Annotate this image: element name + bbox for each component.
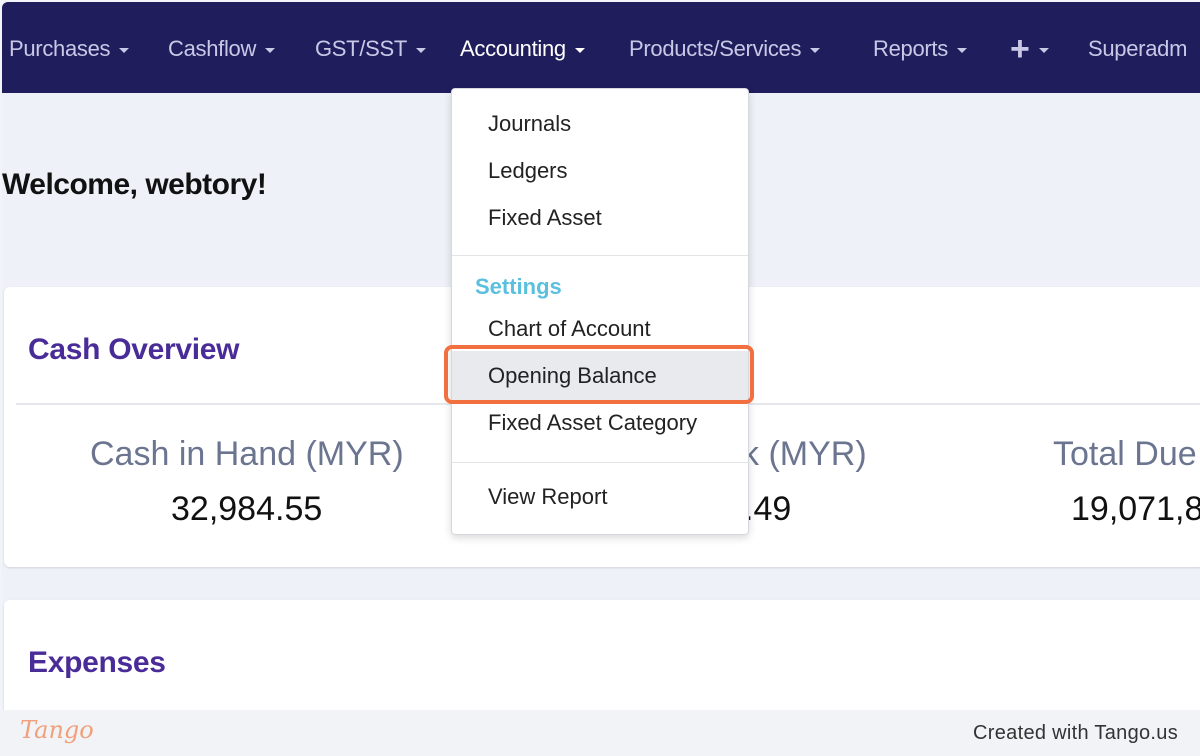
card-title: Expenses: [28, 646, 166, 679]
accounting-dropdown-menu: Journals Ledgers Fixed Asset Settings Ch…: [451, 88, 749, 535]
chevron-down-icon: [119, 47, 130, 53]
tango-footer: Tango Created with Tango.us: [0, 710, 1200, 756]
stat-value: .49: [744, 490, 792, 528]
stat-label: Cash in Hand (MYR): [90, 435, 404, 473]
nav-cashflow[interactable]: Cashflow: [168, 32, 276, 66]
nav-superadmin[interactable]: Superadm: [1088, 32, 1187, 66]
menu-item-view-report[interactable]: View Report: [488, 484, 607, 510]
nav-products-services[interactable]: Products/Services: [629, 32, 821, 66]
nav-label: Purchases: [9, 36, 111, 61]
chevron-down-icon: [265, 47, 276, 53]
menu-divider: [452, 255, 748, 256]
chevron-down-icon: [810, 47, 821, 53]
nav-label: GST/SST: [315, 36, 408, 61]
menu-divider: [452, 462, 748, 463]
nav-accounting[interactable]: Accounting: [460, 32, 585, 66]
menu-section-settings: Settings: [475, 274, 562, 299]
stat-label: Total Due: [1053, 435, 1197, 473]
menu-item-chart-of-account[interactable]: Chart of Account: [488, 316, 651, 342]
menu-item-fixed-asset[interactable]: Fixed Asset: [488, 205, 602, 231]
chevron-down-icon: [416, 47, 427, 53]
chevron-down-icon: [574, 47, 585, 53]
chevron-down-icon: [956, 47, 967, 53]
menu-item-fixed-asset-category[interactable]: Fixed Asset Category: [488, 410, 697, 436]
expenses-card: Expenses: [4, 600, 1200, 715]
welcome-heading: Welcome, webtory!: [2, 168, 267, 201]
nav-gst-sst[interactable]: GST/SST: [315, 32, 427, 66]
nav-label: Superadm: [1088, 36, 1188, 61]
nav-reports[interactable]: Reports: [873, 32, 967, 66]
plus-icon: +: [1010, 30, 1030, 68]
nav-label: Cashflow: [168, 36, 257, 61]
top-navbar: Purchases Cashflow GST/SST Accounting Pr…: [2, 2, 1200, 93]
card-title: Cash Overview: [28, 333, 240, 366]
nav-quick-add[interactable]: +: [1010, 32, 1049, 66]
menu-item-journals[interactable]: Journals: [488, 111, 571, 137]
stat-value: 19,071,8: [1071, 490, 1200, 528]
nav-label: Accounting: [460, 36, 566, 61]
click-highlight-ring: [444, 345, 754, 404]
created-with-text: Created with Tango.us: [973, 722, 1178, 744]
chevron-down-icon: [1038, 47, 1049, 53]
stat-value: 32,984.55: [171, 490, 323, 528]
menu-item-ledgers[interactable]: Ledgers: [488, 158, 568, 184]
tango-logo: Tango: [20, 716, 94, 744]
nav-label: Products/Services: [629, 36, 802, 61]
stat-label: k (MYR): [742, 435, 867, 473]
nav-purchases[interactable]: Purchases: [9, 32, 130, 66]
nav-label: Reports: [873, 36, 948, 61]
